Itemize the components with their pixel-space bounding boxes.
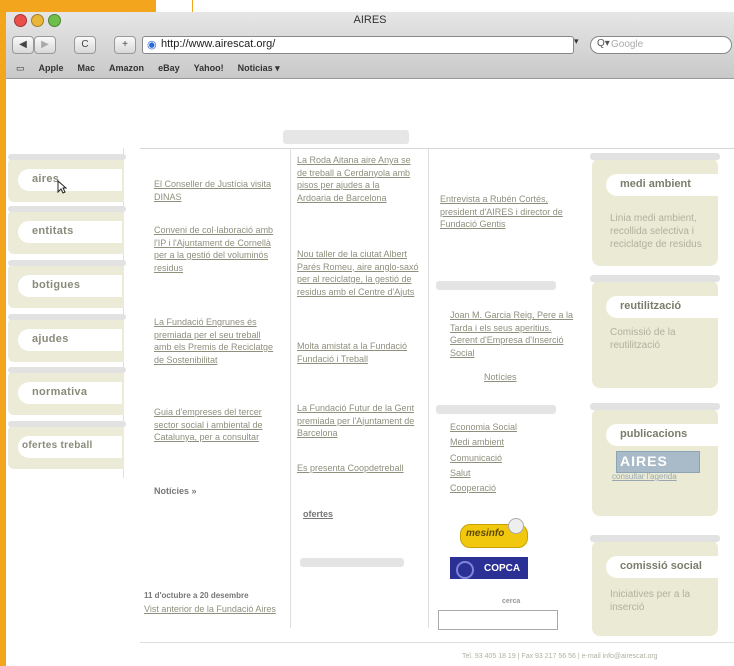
bookmark-yahoo[interactable]: Yahoo! [194,63,224,73]
orange-corner [0,0,156,12]
col3-section-bar [436,281,556,290]
bookmark-amazon[interactable]: Amazon [109,63,144,73]
news-link[interactable]: Es presenta Coopdetreball [297,462,407,475]
col3-links-bar [436,405,556,414]
news-link[interactable]: Nou taller de la ciutat Albert Parés Rom… [297,248,419,298]
reload-button[interactable]: C [74,36,96,54]
publication-link[interactable]: consultar l'agenda [612,472,677,481]
category-link[interactable]: Economia Social [450,421,517,434]
orange-frame [0,0,6,666]
mesinfo-badge-icon [508,518,524,534]
news-link[interactable]: Conveni de col·laboració amb l'IP i l'Aj… [154,224,274,274]
person-link[interactable]: Joan M. Garcia Reig, Pere a la Tarda i e… [450,309,580,359]
nav-tab-top [8,367,126,373]
bookmark-apple[interactable]: Apple [39,63,64,73]
box-title: comissió social [620,560,702,572]
footer-divider [140,642,734,643]
box-text: Linia medi ambient, recollida selectiva … [610,213,702,250]
nav-label: ofertes treball [22,440,93,451]
search-placeholder: Google [611,39,644,50]
forward-button[interactable]: ▶ [34,36,56,54]
event-link[interactable]: Vist anterior de la Fundació Aires [144,603,314,616]
nav-tab-top [8,314,126,320]
nav-label: ajudes [32,333,69,345]
add-bookmark-button[interactable]: + [114,36,136,54]
bookmark-mac[interactable]: Mac [78,63,96,73]
copca-logo-text: COPCA [484,563,521,574]
category-link[interactable]: Salut [450,467,471,480]
bookmark-ebay[interactable]: eBay [158,63,180,73]
box-text: Iniciatives per a la inserció [610,589,691,613]
url-text: http://www.airescat.org/ [161,38,276,50]
news-link[interactable]: El Conseller de Justícia visita DINAS [154,178,274,203]
person-more-link[interactable]: Notícies [484,371,517,384]
browser-toolbar: ◀ ▶ C + ◉ http://www.airescat.org/ ▾ Q▾ … [12,34,732,56]
bookmarks-icon[interactable]: ▭ [16,63,25,74]
site-search-label: cerca [502,598,521,605]
box-top-bar [590,153,720,160]
globe-icon: ◉ [147,39,157,51]
col2-bottom-bar [300,558,404,567]
browser-chrome: AIRES ◀ ▶ C + ◉ http://www.airescat.org/… [6,12,734,79]
site-search-input[interactable] [438,610,558,630]
bookmark-noticias[interactable]: Noticias ▾ [238,63,280,74]
header-tab [283,130,409,144]
nav-label: aires [32,173,60,185]
mesinfo-logo-text: mesinfo [466,528,505,539]
category-link[interactable]: Comunicació [450,452,502,465]
nav-item-entitats[interactable]: entitats [8,206,126,254]
copca-emblem-icon [456,561,474,579]
nav-tab-top [8,206,126,212]
nav-tab-top [8,260,126,266]
box-top-bar [590,275,720,282]
publication-image-text: AIRES [620,453,668,469]
category-link[interactable]: Medi ambient [450,436,504,449]
more-news-link[interactable]: Notícies » [154,486,197,496]
nav-item-normativa[interactable]: normativa [8,367,126,415]
news-link[interactable]: Guia d'empreses del tercer sector social… [154,406,274,444]
box-top-bar [590,535,720,542]
feature-link[interactable]: Entrevista a Rubén Cortés, president d'A… [440,193,580,231]
nav-item-botigues[interactable]: botigues [8,260,126,308]
category-link[interactable]: Cooperació [450,482,496,495]
news-link[interactable]: Molta amistat a la Fundació Fundació i T… [297,340,417,365]
nav-item-ajudes[interactable]: ajudes [8,314,126,362]
col-divider-2 [428,148,429,628]
url-dropdown-icon[interactable]: ▾ [574,36,579,47]
mouse-cursor-icon [57,180,67,194]
box-title: medi ambient [620,178,691,190]
nav-item-ofertes-treball[interactable]: ofertes treball [8,421,126,469]
window-title: AIRES [353,14,387,26]
nav-tab-top [8,154,126,160]
box-text: Comissió de la reutilització [610,327,676,351]
box-title: reutilització [620,300,682,312]
nav-tab-top [8,421,126,427]
back-button[interactable]: ◀ [12,36,34,54]
news-link[interactable]: La Fundació Engrunes és premiada per el … [154,316,274,366]
box-title: publicacions [620,428,688,440]
browser-search-input[interactable]: Q▾ Google [590,36,732,54]
nav-label: botigues [32,279,81,291]
ofertes-link[interactable]: ofertes [303,509,333,519]
news-link[interactable]: La Roda Aitana aire Anya se de treball a… [297,154,415,204]
box-medi-ambient[interactable]: medi ambient Linia medi ambient, recolli… [590,153,720,266]
header-divider [140,148,734,149]
url-bar[interactable]: ◉ http://www.airescat.org/ [142,36,574,54]
col-divider-1 [290,148,291,628]
event-date: 11 d'octubre a 20 desembre [144,591,249,600]
news-link[interactable]: La Fundació Futur de la Gent premiada pe… [297,402,417,440]
footer-contact: Tel. 93 405 18 19 | Fax 93 217 56 56 | e… [462,653,658,660]
nav-label: normativa [32,386,88,398]
bookmarks-bar: ▭ Apple Mac Amazon eBay Yahoo! Noticias … [16,60,280,76]
box-reutilitzacio[interactable]: reutilització Comissió de la reutilitzac… [590,275,720,388]
box-comissio-social[interactable]: comissió social Iniciatives per a la ins… [590,535,720,636]
nav-label: entitats [32,225,74,237]
search-icon: Q▾ [597,38,610,49]
box-top-bar [590,403,720,410]
orange-tick [192,0,193,12]
